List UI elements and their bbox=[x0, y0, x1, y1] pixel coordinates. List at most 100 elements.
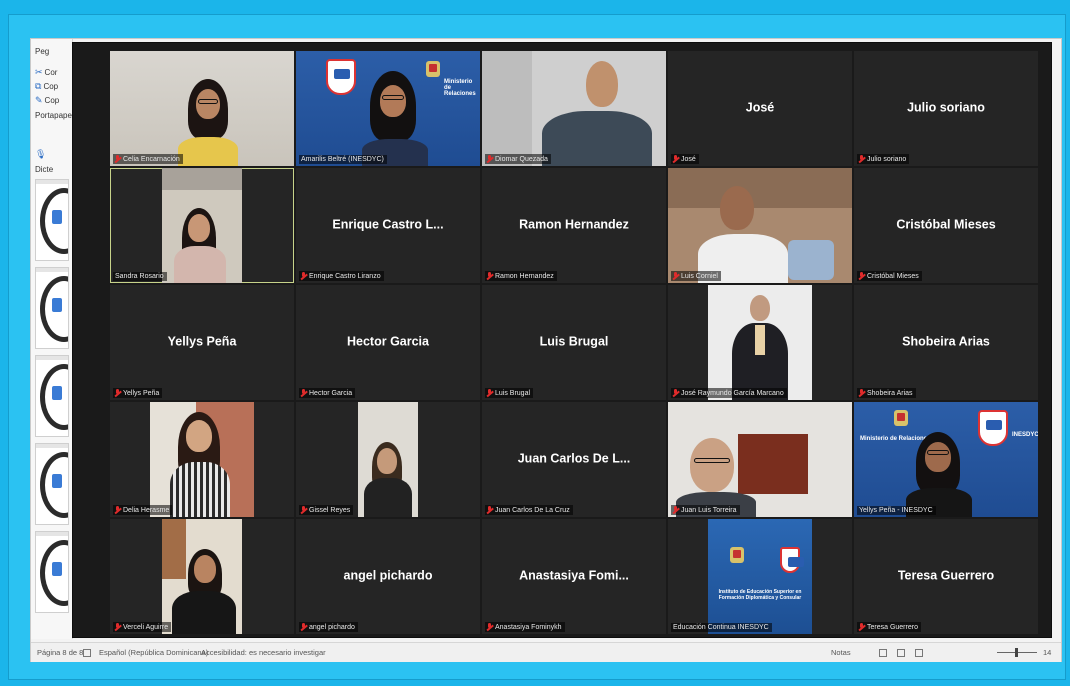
participant-display-name: José bbox=[745, 100, 775, 115]
participant-display-name: Teresa Guerrero bbox=[897, 568, 995, 583]
muted-microphone-icon bbox=[115, 389, 121, 397]
participant-tile[interactable]: Juan Carlos De L... Juan Carlos De La Cru… bbox=[482, 402, 666, 517]
muted-microphone-icon bbox=[115, 623, 121, 631]
participant-tile[interactable]: Juan Luis Torreira bbox=[668, 402, 852, 517]
participant-display-name: Luis Brugal bbox=[539, 334, 609, 349]
page-thumbnail[interactable] bbox=[35, 267, 69, 349]
zoom-slider-knob[interactable] bbox=[1015, 648, 1018, 657]
status-page[interactable]: Página 8 de 8 bbox=[37, 648, 83, 657]
participant-display-name: Yellys Peña bbox=[167, 334, 237, 349]
participant-tile[interactable]: Sandra Rosario bbox=[110, 168, 294, 283]
muted-microphone-icon bbox=[301, 272, 307, 280]
cut-icon: ✂ bbox=[35, 67, 43, 77]
participant-name-label: Shobeira Arias bbox=[857, 388, 916, 398]
participant-tile[interactable]: Enrique Castro L... Enrique Castro Liranz… bbox=[296, 168, 480, 283]
muted-microphone-icon bbox=[301, 389, 307, 397]
ribbon-paste-label[interactable]: Peg bbox=[35, 47, 49, 56]
copy-icon: ⧉ bbox=[35, 81, 42, 91]
participant-tile[interactable]: Yellys Peña Yellys Peña bbox=[110, 285, 294, 400]
word-status-bar: Página 8 de 8 Español (República Dominic… bbox=[31, 642, 1061, 662]
participant-name-label: angel pichardo bbox=[299, 622, 358, 632]
participant-display-name: Anastasiya Fomi... bbox=[519, 568, 629, 583]
participant-tile[interactable]: Luis Brugal Luis Brugal bbox=[482, 285, 666, 400]
participant-tile[interactable]: Celia Encarnación bbox=[110, 51, 294, 166]
muted-microphone-icon bbox=[673, 506, 679, 514]
participant-name-label: Teresa Guerrero bbox=[857, 622, 921, 632]
participant-name-label: Amarilis Beltré (INESDYC) bbox=[299, 155, 387, 164]
participant-tile[interactable]: Julio soriano Julio soriano bbox=[854, 51, 1038, 166]
participant-display-name: Juan Carlos De L... bbox=[517, 451, 631, 466]
participant-tile[interactable]: Ramon Hernandez Ramon Hernandez bbox=[482, 168, 666, 283]
muted-microphone-icon bbox=[487, 506, 493, 514]
print-layout-icon[interactable] bbox=[897, 648, 907, 658]
ribbon-copy[interactable]: ⧉ Cop bbox=[35, 81, 58, 92]
muted-microphone-icon bbox=[487, 155, 493, 163]
participant-name-label: Julio soriano bbox=[857, 154, 910, 164]
participant-name-label: Delia Herasme bbox=[113, 505, 173, 515]
participant-display-name: Ramon Hernandez bbox=[519, 217, 629, 232]
page-thumbnail[interactable] bbox=[35, 531, 69, 613]
status-language[interactable]: Español (República Dominicana) bbox=[99, 648, 208, 657]
zoom-level[interactable]: 14 bbox=[1043, 648, 1051, 657]
page-thumbnail[interactable] bbox=[35, 443, 69, 525]
muted-microphone-icon bbox=[115, 155, 121, 163]
participant-display-name: Hector Garcia bbox=[347, 334, 429, 349]
read-mode-icon[interactable] bbox=[879, 648, 889, 658]
participant-tile[interactable]: Diomar Quezada bbox=[482, 51, 666, 166]
participant-display-name: Cristóbal Mieses bbox=[896, 217, 996, 232]
participant-tile[interactable]: Delia Herasme bbox=[110, 402, 294, 517]
participant-name-label: Verceli Aguirre bbox=[113, 622, 172, 632]
muted-microphone-icon bbox=[673, 155, 679, 163]
ribbon-dictate[interactable]: 🎙 bbox=[35, 149, 46, 160]
participant-name-label: José Raymundo García Marcano bbox=[671, 388, 787, 398]
participant-name-label: Gissel Reyes bbox=[299, 505, 354, 515]
status-notes[interactable]: Notas bbox=[831, 648, 851, 657]
participant-name-label: José bbox=[671, 154, 699, 164]
web-layout-icon[interactable] bbox=[915, 648, 925, 658]
participant-tile[interactable]: Ministerio de Relaciones INESDYC Yellys … bbox=[854, 402, 1038, 517]
participant-tile[interactable]: Gissel Reyes bbox=[296, 402, 480, 517]
participant-display-name: Julio soriano bbox=[907, 100, 985, 115]
microphone-icon: 🎙 bbox=[35, 149, 47, 159]
participant-name-label: Luis Brugal bbox=[485, 388, 534, 398]
muted-microphone-icon bbox=[487, 623, 493, 631]
participant-tile[interactable]: Ministerio de Relaciones Amarilis Beltré… bbox=[296, 51, 480, 166]
muted-microphone-icon bbox=[859, 155, 865, 163]
participant-name-label: Anastasiya Fominykh bbox=[485, 622, 565, 632]
muted-microphone-icon bbox=[487, 389, 493, 397]
participant-name-label: Diomar Quezada bbox=[485, 154, 551, 164]
participant-tile[interactable]: Luis Corniel bbox=[668, 168, 852, 283]
participant-tile[interactable]: Instituto de Educación Superior en Forma… bbox=[668, 519, 852, 634]
ribbon-format-painter[interactable]: ✎ Cop bbox=[35, 95, 59, 106]
participant-name-label: Yellys Peña - INESDYC bbox=[857, 506, 936, 515]
participant-tile[interactable]: angel pichardo angel pichardo bbox=[296, 519, 480, 634]
muted-microphone-icon bbox=[487, 272, 493, 280]
participant-tile[interactable]: Shobeira Arias Shobeira Arias bbox=[854, 285, 1038, 400]
brush-icon: ✎ bbox=[35, 95, 43, 105]
participant-grid: Celia Encarnación Ministerio de Relacion… bbox=[110, 51, 1040, 637]
participant-display-name: Shobeira Arias bbox=[902, 334, 990, 349]
page-thumbnail[interactable] bbox=[35, 355, 69, 437]
participant-tile[interactable]: Hector Garcia Hector Garcia bbox=[296, 285, 480, 400]
participant-tile[interactable]: Cristóbal Mieses Cristóbal Mieses bbox=[854, 168, 1038, 283]
participant-name-label: Hector Garcia bbox=[299, 388, 356, 398]
zoom-gallery-window: Celia Encarnación Ministerio de Relacion… bbox=[72, 42, 1052, 638]
participant-name-label: Cristóbal Mieses bbox=[857, 271, 922, 281]
participant-name-label: Luis Corniel bbox=[671, 271, 721, 281]
participant-tile[interactable]: Teresa Guerrero Teresa Guerrero bbox=[854, 519, 1038, 634]
participant-display-name: angel pichardo bbox=[343, 568, 433, 583]
muted-microphone-icon bbox=[859, 272, 865, 280]
muted-microphone-icon bbox=[859, 389, 865, 397]
participant-tile[interactable]: José José bbox=[668, 51, 852, 166]
page-thumbnail[interactable] bbox=[35, 179, 69, 261]
participant-name-label: Juan Carlos De La Cruz bbox=[485, 505, 573, 515]
participant-display-name: Enrique Castro L... bbox=[332, 217, 444, 232]
ribbon-cut[interactable]: ✂ Cor bbox=[35, 67, 57, 78]
muted-microphone-icon bbox=[673, 272, 679, 280]
proofing-icon[interactable] bbox=[83, 648, 93, 658]
participant-tile[interactable]: José Raymundo García Marcano bbox=[668, 285, 852, 400]
status-accessibility[interactable]: Accesibilidad: es necesario investigar bbox=[201, 648, 326, 657]
participant-tile[interactable]: Verceli Aguirre bbox=[110, 519, 294, 634]
participant-name-label: Enrique Castro Liranzo bbox=[299, 271, 384, 281]
participant-tile[interactable]: Anastasiya Fomi... Anastasiya Fominykh bbox=[482, 519, 666, 634]
